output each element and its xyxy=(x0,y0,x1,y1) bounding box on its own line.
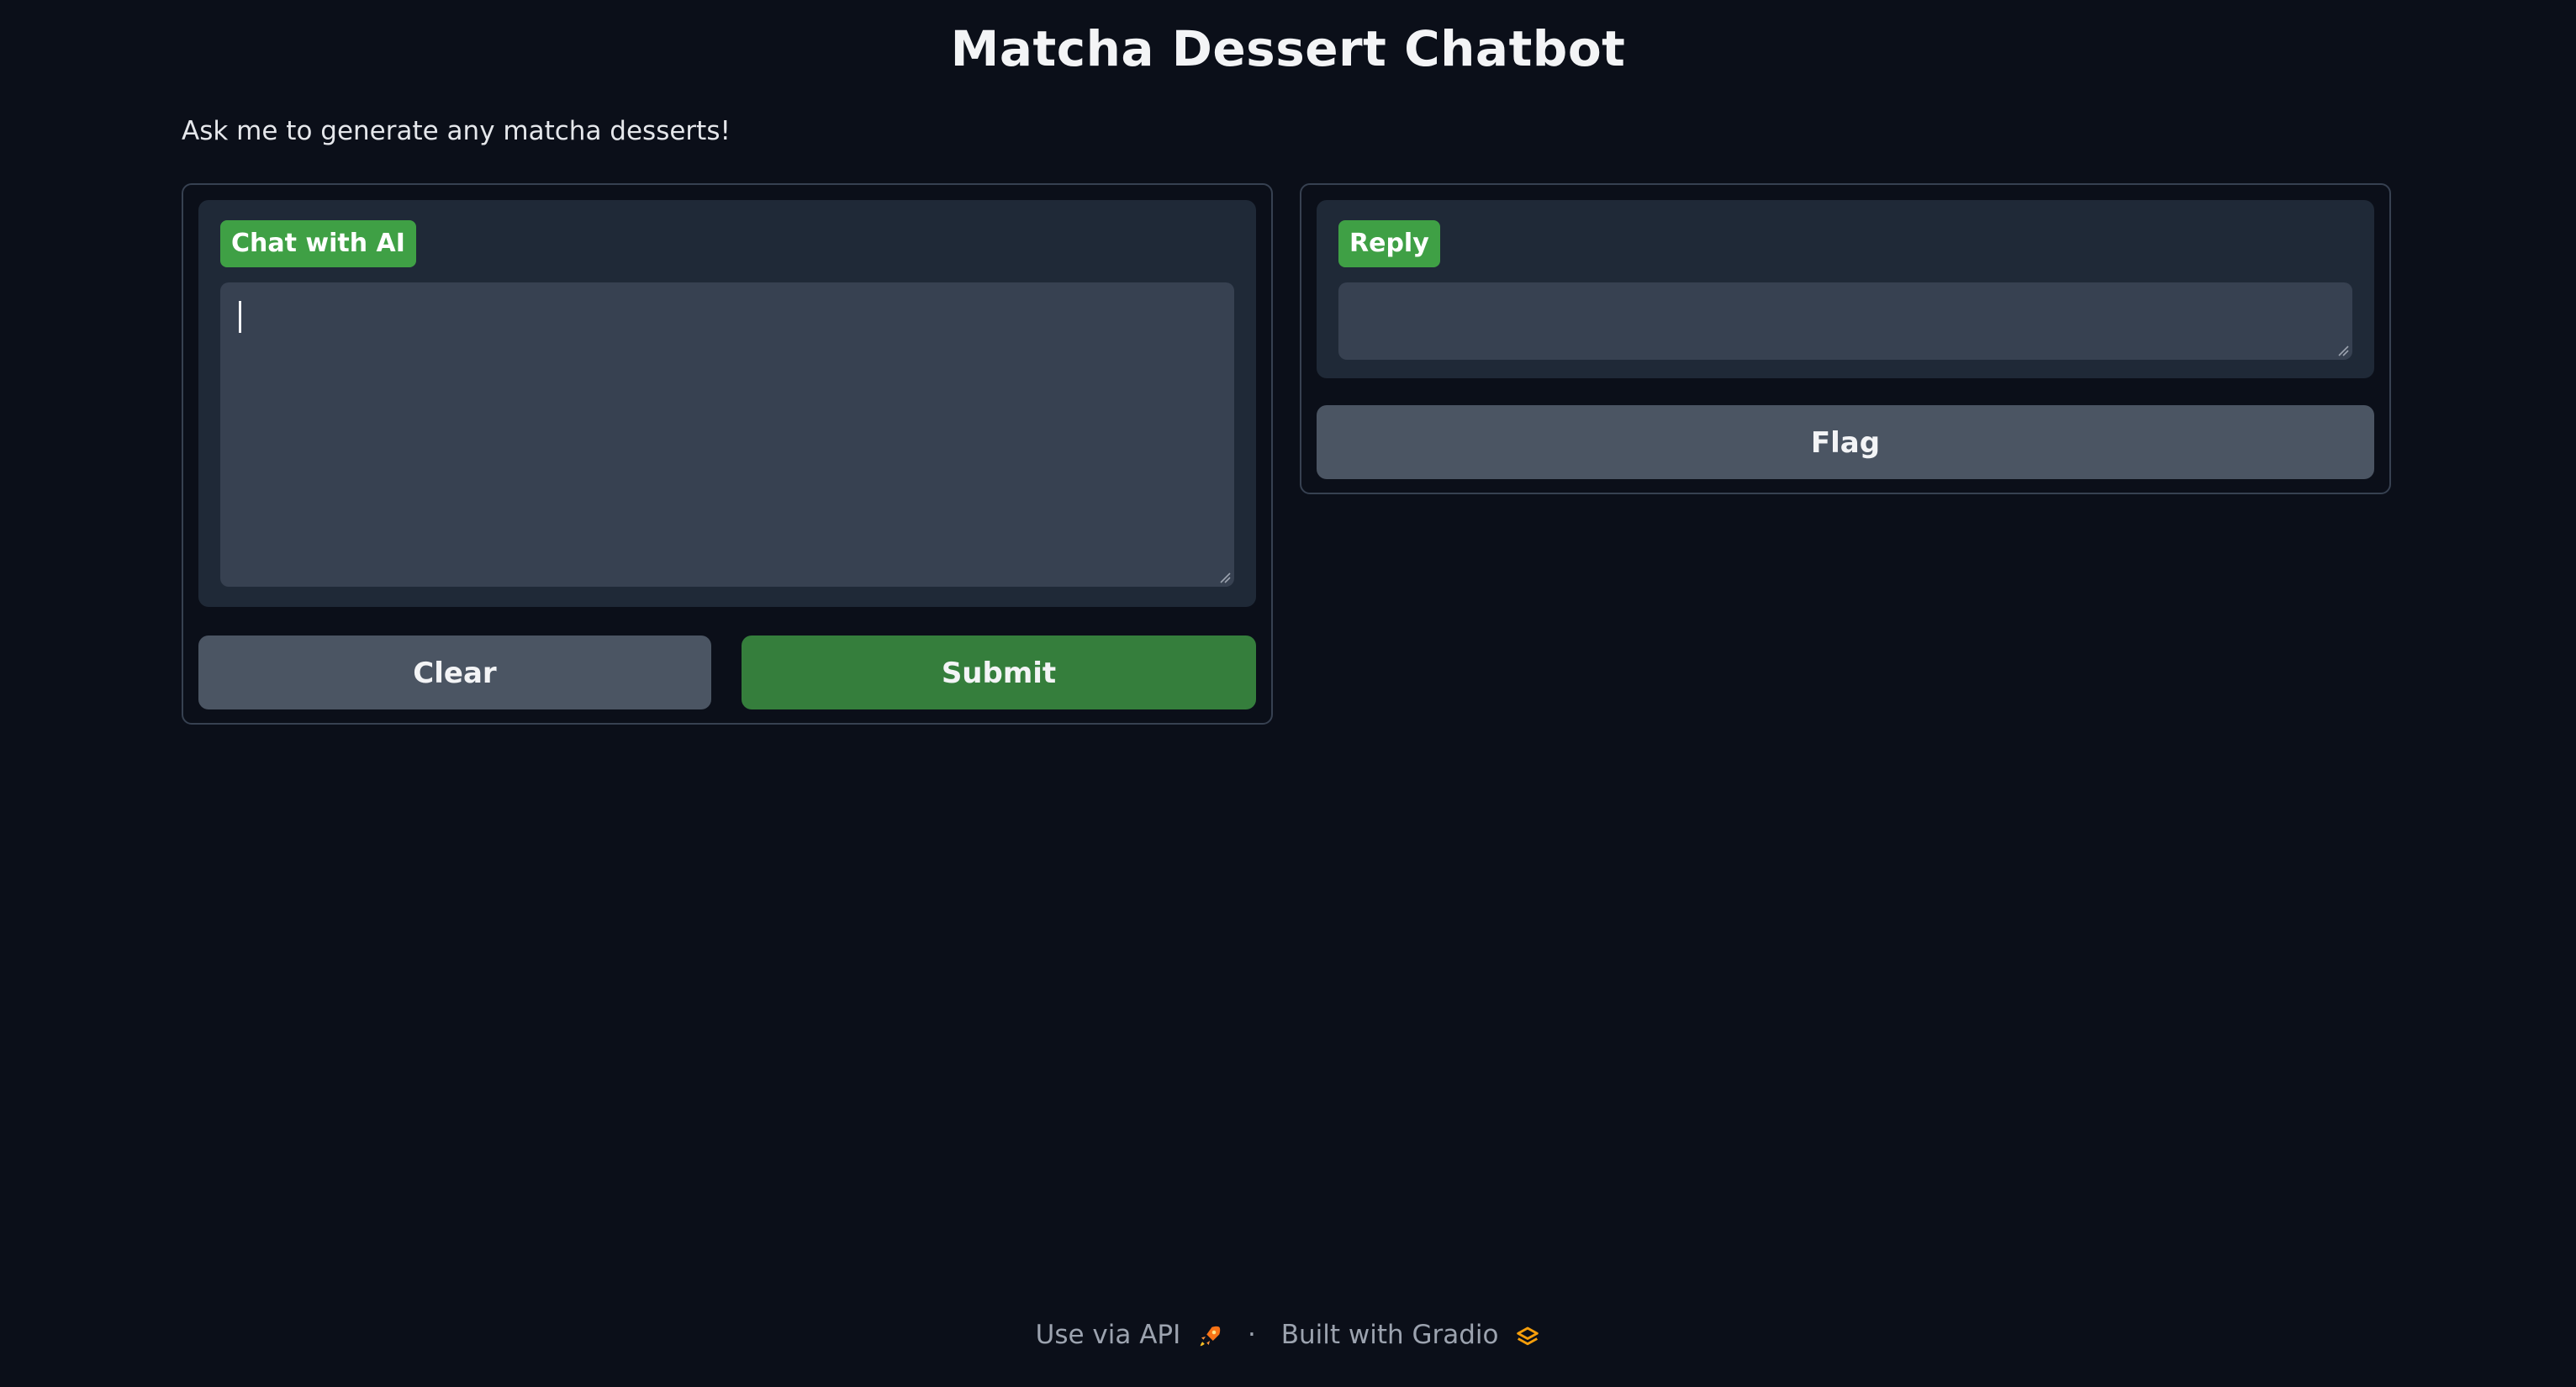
text-cursor xyxy=(239,301,241,333)
page-description: Ask me to generate any matcha desserts! xyxy=(182,116,731,146)
reply-textarea[interactable] xyxy=(1338,282,2352,360)
input-panel: Chat with AI Clear Submit xyxy=(182,183,1273,725)
footer-separator: · xyxy=(1247,1320,1256,1350)
resize-handle-icon[interactable] xyxy=(2337,345,2349,356)
chat-input-textarea[interactable] xyxy=(220,282,1234,587)
built-with-gradio-link[interactable]: Built with Gradio xyxy=(1281,1320,1541,1350)
reply-block: Reply xyxy=(1317,200,2374,378)
page-title: Matcha Dessert Chatbot xyxy=(950,20,1626,77)
chat-input-block: Chat with AI xyxy=(198,200,1256,607)
gradio-logo-icon xyxy=(1517,1326,1539,1345)
flag-button[interactable]: Flag xyxy=(1317,405,2374,479)
rocket-icon xyxy=(1200,1326,1221,1346)
reply-label: Reply xyxy=(1338,220,1440,267)
submit-button[interactable]: Submit xyxy=(742,635,1256,709)
footer: Use via API · Built with Gradio xyxy=(0,1320,2576,1350)
use-via-api-label: Use via API xyxy=(1035,1320,1181,1350)
use-via-api-link[interactable]: Use via API xyxy=(1036,1320,1231,1350)
resize-handle-icon[interactable] xyxy=(1219,572,1231,583)
clear-button[interactable]: Clear xyxy=(198,635,711,709)
chat-input-label: Chat with AI xyxy=(220,220,416,267)
output-panel: Reply Flag xyxy=(1300,183,2391,494)
built-with-gradio-label: Built with Gradio xyxy=(1280,1320,1499,1350)
